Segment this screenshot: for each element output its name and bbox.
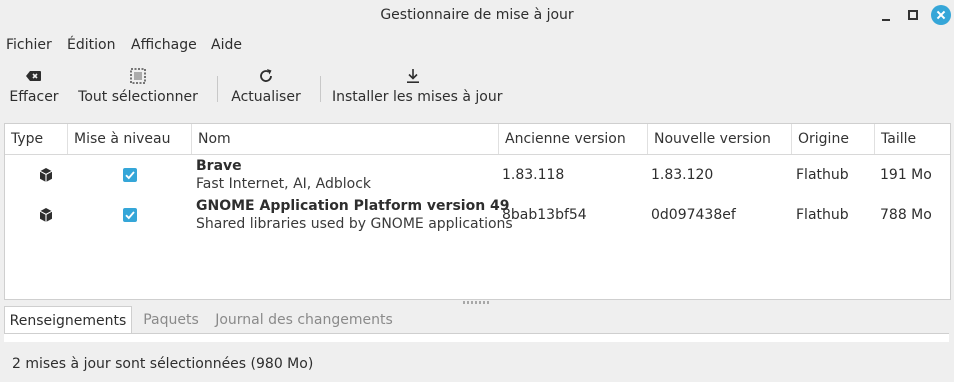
- download-icon: [404, 68, 422, 84]
- clear-button[interactable]: Effacer: [4, 62, 64, 112]
- old-version: 8bab13bf54: [502, 207, 587, 223]
- package-name: GNOME Application Platform version 49: [196, 198, 510, 214]
- select-all-label: Tout sélectionner: [78, 89, 198, 105]
- column-origin[interactable]: Origine: [792, 124, 875, 154]
- column-size[interactable]: Taille: [875, 124, 950, 154]
- upgrade-checkbox[interactable]: [123, 168, 137, 182]
- package-icon: [38, 207, 54, 223]
- tab-journal[interactable]: Journal des changements: [212, 306, 396, 334]
- table-row[interactable]: Brave Fast Internet, AI, Adblock 1.83.11…: [5, 155, 950, 195]
- menu-affichage[interactable]: Affichage: [131, 33, 197, 57]
- clear-icon: [25, 68, 43, 84]
- toolbar-separator: [217, 76, 218, 102]
- menu-edition[interactable]: Édition: [67, 33, 115, 57]
- install-updates-label: Installer les mises à jour: [332, 89, 503, 105]
- details-tabs: Renseignements Paquets Journal des chang…: [4, 306, 949, 334]
- tab-panel: [4, 333, 949, 342]
- column-upgrade[interactable]: Mise à niveau: [68, 124, 192, 154]
- updates-table: Type Mise à niveau Nom Ancienne version …: [4, 123, 951, 300]
- package-description: Fast Internet, AI, Adblock: [196, 176, 372, 192]
- column-type[interactable]: Type: [5, 124, 68, 154]
- column-name[interactable]: Nom: [192, 124, 499, 154]
- column-old-version[interactable]: Ancienne version: [499, 124, 648, 154]
- window-title: Gestionnaire de mise à jour: [380, 7, 574, 23]
- size: 191 Mo: [880, 167, 932, 183]
- origin: Flathub: [796, 167, 849, 183]
- clear-label: Effacer: [9, 89, 59, 105]
- old-version: 1.83.118: [502, 167, 565, 183]
- new-version: 1.83.120: [651, 167, 714, 183]
- maximize-button[interactable]: [904, 6, 922, 24]
- package-name: Brave: [196, 158, 242, 174]
- origin: Flathub: [796, 207, 849, 223]
- select-all-button[interactable]: Tout sélectionner: [78, 62, 198, 112]
- toolbar-separator: [320, 76, 321, 102]
- refresh-icon: [257, 68, 275, 84]
- menu-aide[interactable]: Aide: [211, 33, 242, 57]
- refresh-button[interactable]: Actualiser: [229, 62, 303, 112]
- table-header: Type Mise à niveau Nom Ancienne version …: [5, 124, 950, 155]
- tab-renseignements[interactable]: Renseignements: [4, 306, 132, 334]
- refresh-label: Actualiser: [231, 89, 301, 105]
- table-row[interactable]: GNOME Application Platform version 49 Sh…: [5, 195, 950, 235]
- column-new-version[interactable]: Nouvelle version: [648, 124, 792, 154]
- install-updates-button[interactable]: Installer les mises à jour: [332, 62, 503, 112]
- package-description: Shared libraries used by GNOME applicati…: [196, 216, 513, 232]
- menu-fichier[interactable]: Fichier: [6, 33, 52, 57]
- select-all-icon: [129, 68, 147, 84]
- size: 788 Mo: [880, 207, 932, 223]
- toolbar: Effacer Tout sélectionner Actualiser Ins…: [0, 62, 954, 112]
- pane-resize-handle[interactable]: [463, 301, 489, 304]
- minimize-button[interactable]: [877, 6, 895, 24]
- close-button[interactable]: [931, 5, 951, 25]
- new-version: 0d097438ef: [651, 207, 736, 223]
- tab-paquets[interactable]: Paquets: [136, 306, 206, 334]
- title-bar: Gestionnaire de mise à jour: [0, 0, 954, 30]
- upgrade-checkbox[interactable]: [123, 208, 137, 222]
- status-text: 2 mises à jour sont sélectionnées (980 M…: [12, 356, 314, 372]
- package-icon: [38, 167, 54, 183]
